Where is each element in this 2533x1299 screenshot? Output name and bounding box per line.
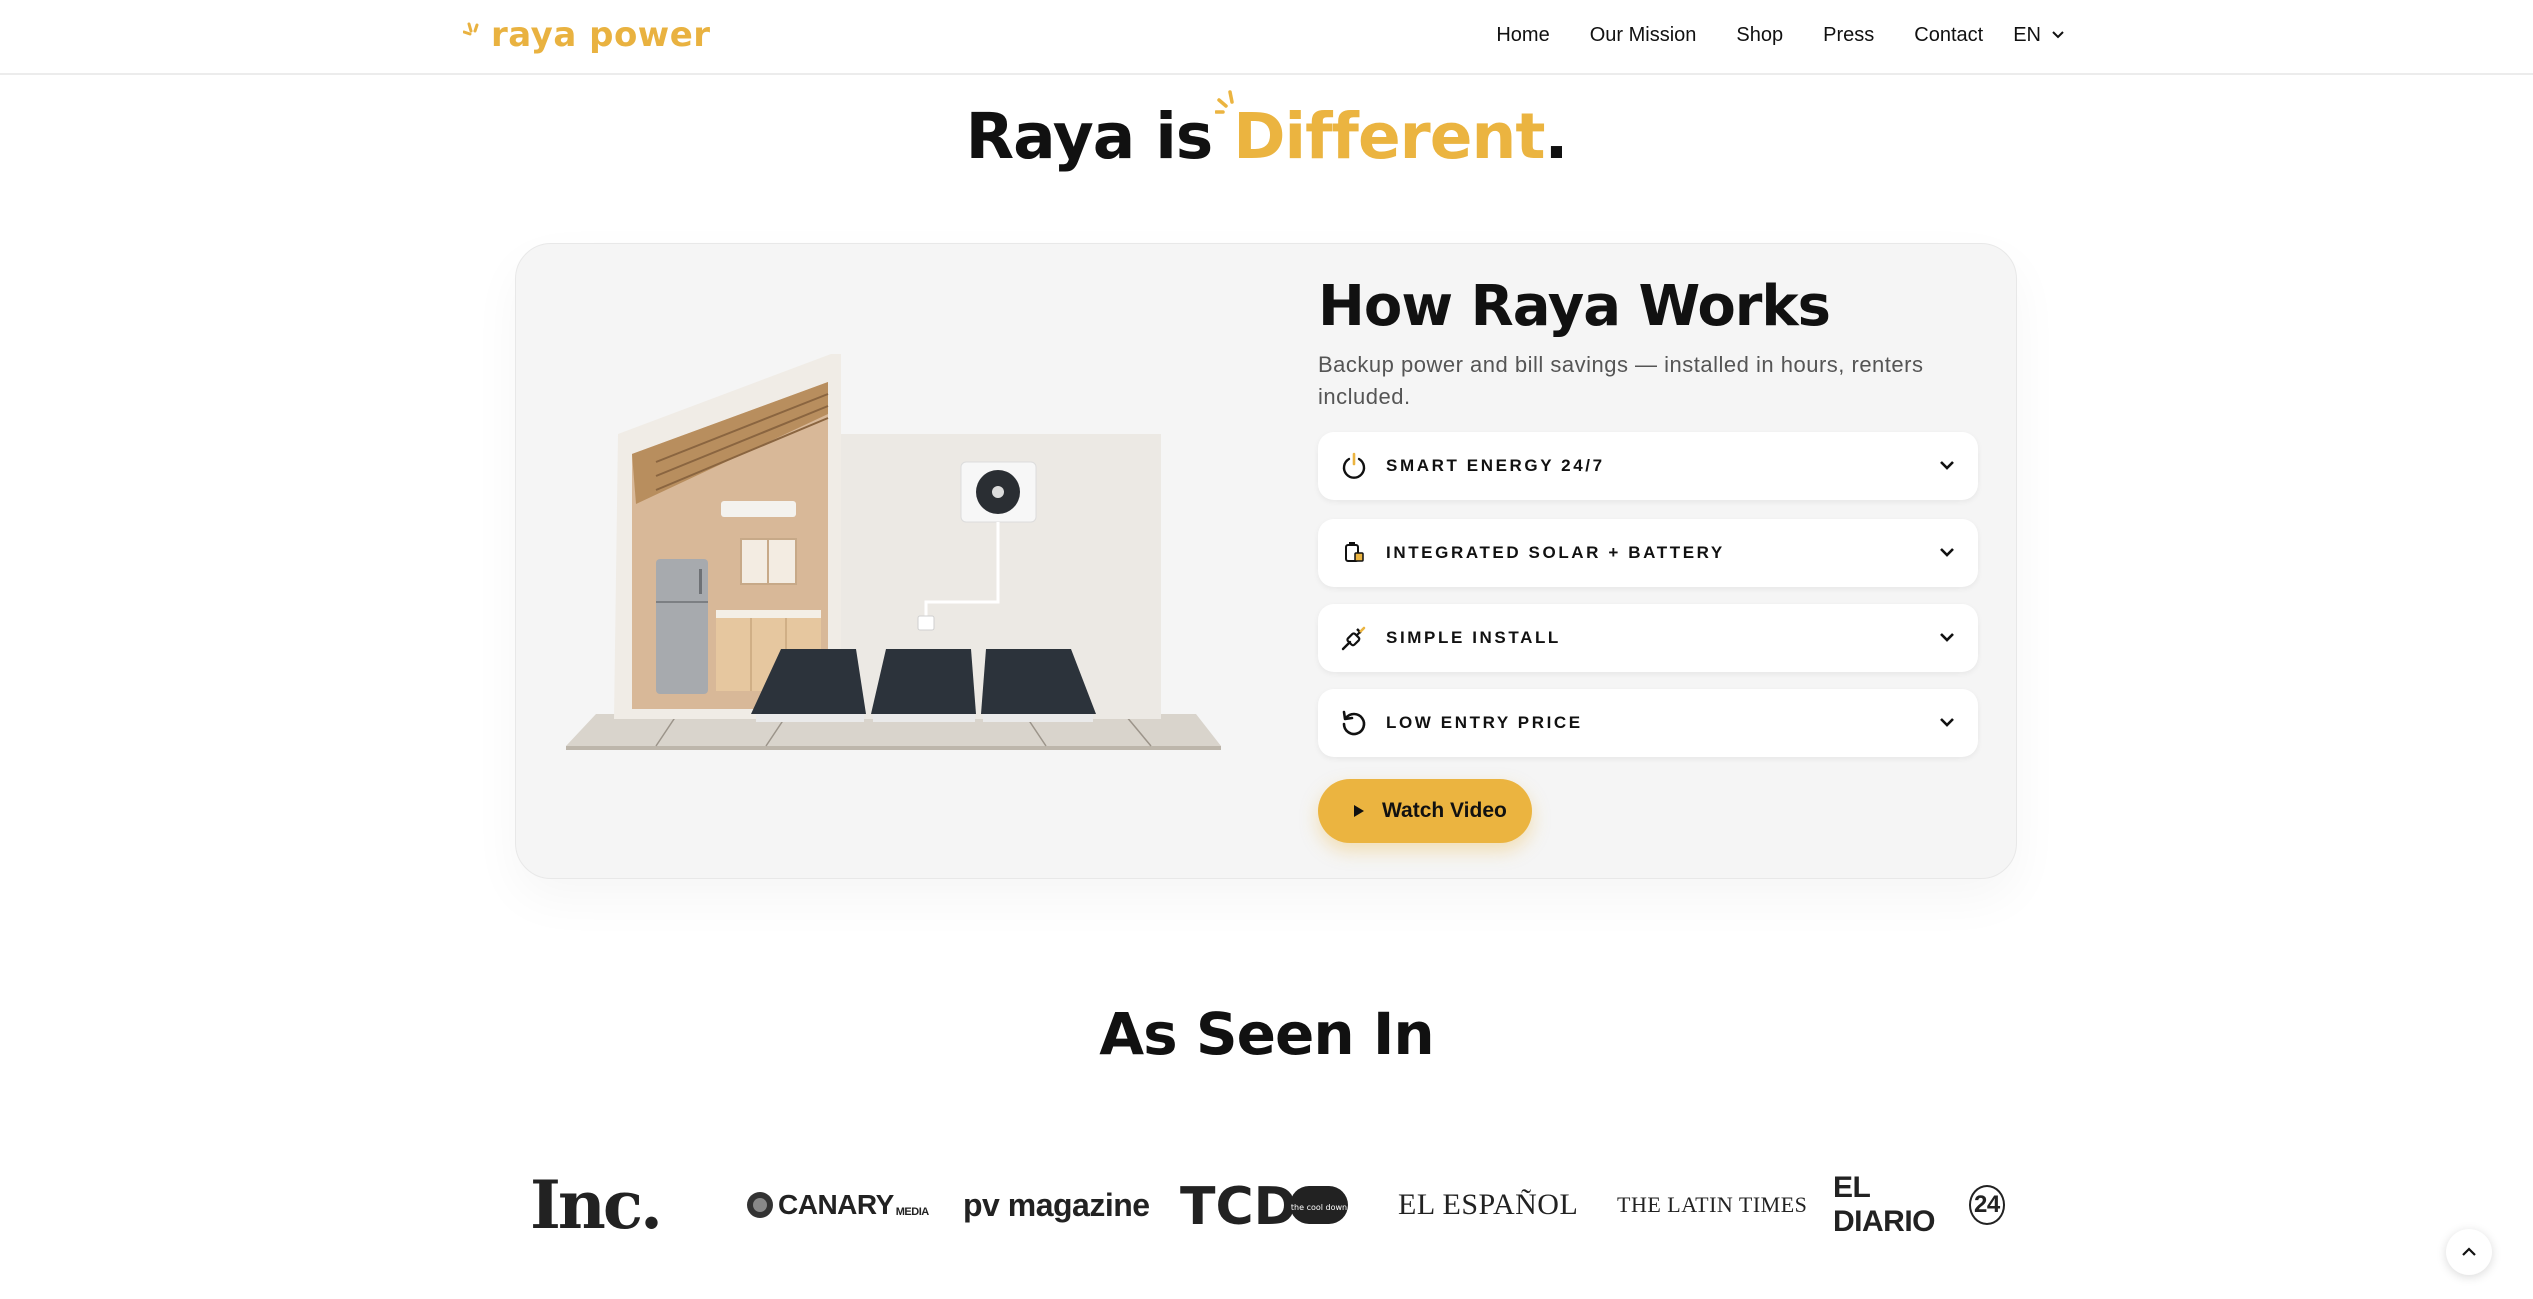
press-logo-24-badge: 24 [1968,1185,2005,1225]
power-icon [1340,452,1368,480]
raya-power-logo[interactable]: raya power [463,12,711,58]
canary-circle-icon [747,1192,773,1218]
nav-link-contact[interactable]: Contact [1914,24,1983,47]
press-logo-pv-text: pv magazine [963,1186,1150,1223]
tcd-logo-mark: TCD the cool down [1180,1180,1348,1230]
hero-title-accent: Different [1215,90,1545,173]
tcd-subtitle: the cool down [1291,1203,1347,1212]
how-raya-works-card: How Raya Works Backup power and bill sav… [515,243,2017,879]
sun-rays-icon [463,22,479,36]
chevron-down-icon [2052,31,2064,39]
feature-accordion-solar-battery[interactable]: INTEGRATED SOLAR + BATTERY [1318,519,1978,587]
press-logo-media-text: MEDIA [895,1206,929,1218]
hero-title: Raya is Different. [0,90,2533,173]
nav-link-press[interactable]: Press [1823,24,1874,47]
hero-title-suffix: . [1544,100,1568,173]
press-logo-the-cool-down[interactable]: TCD the cool down [1180,1170,1350,1240]
press-logos: Inc. CANARY MEDIA pv magazine TCD the coo… [530,1166,2005,1244]
press-logo-canary-text: CANARY [778,1189,894,1220]
language-label: EN [2013,23,2041,46]
tcd-letters: TCD [1180,1180,1297,1230]
chevron-down-icon [1940,633,1954,642]
feature-label: SIMPLE INSTALL [1386,628,1561,647]
scroll-to-top-button[interactable] [2446,1229,2492,1275]
watch-video-button[interactable]: Watch Video [1318,779,1532,843]
language-selector[interactable]: EN [2013,24,2065,47]
nav-link-home[interactable]: Home [1496,24,1549,47]
logo-text: raya power [491,15,711,55]
hero-accent-word: Different [1233,100,1545,173]
press-logo-canary-media[interactable]: CANARY MEDIA [745,1170,929,1240]
feature-label: LOW ENTRY PRICE [1386,713,1583,732]
chevron-down-icon [1940,461,1954,470]
press-logo-espanol-text: EL ESPAÑOL [1398,1188,1579,1221]
main-navigation: Home Our Mission Shop Press Contact EN [1496,0,2065,70]
battery-icon [1340,539,1368,567]
chevron-up-icon [2462,1247,2476,1256]
nav-link-shop[interactable]: Shop [1736,24,1783,47]
house-solar-illustration [566,354,1221,750]
feature-accordion-low-entry-price[interactable]: LOW ENTRY PRICE [1318,689,1978,757]
chevron-down-icon [1940,718,1954,727]
hero-title-prefix: Raya is [965,100,1234,173]
feature-label: INTEGRATED SOLAR + BATTERY [1386,543,1725,562]
press-logo-diario-text: EL DIARIO [1833,1171,1935,1238]
press-logo-latin-text: THE LATIN TIMES [1617,1192,1808,1217]
press-logo-el-espanol[interactable]: EL ESPAÑOL [1398,1170,1578,1240]
press-logo-el-diario-24[interactable]: EL DIARIO 24 [1833,1170,2005,1240]
section-title: How Raya Works [1318,274,1831,339]
press-logo-inc[interactable]: Inc. [530,1166,663,1244]
play-icon [1354,805,1364,817]
refresh-icon [1340,709,1368,737]
sparkle-icon [1215,90,1234,114]
top-navbar: raya power Home Our Mission Shop Press C… [0,0,2533,75]
as-seen-in-title: As Seen In [1099,1000,1434,1068]
feature-accordion-smart-energy[interactable]: SMART ENERGY 24/7 [1318,432,1978,500]
section-subtitle: Backup power and bill savings — installe… [1318,352,1924,409]
press-logo-inc-text: Inc. [530,1166,663,1244]
plug-icon [1340,624,1368,652]
press-logo-latin-times[interactable]: THE LATIN TIMES [1617,1170,1807,1240]
watch-video-label: Watch Video [1382,799,1507,822]
nav-link-our-mission[interactable]: Our Mission [1590,24,1697,47]
chevron-down-icon [1940,548,1954,557]
press-logo-pv-magazine[interactable]: pv magazine [963,1170,1150,1240]
feature-label: SMART ENERGY 24/7 [1386,456,1605,475]
feature-accordion-simple-install[interactable]: SIMPLE INSTALL [1318,604,1978,672]
